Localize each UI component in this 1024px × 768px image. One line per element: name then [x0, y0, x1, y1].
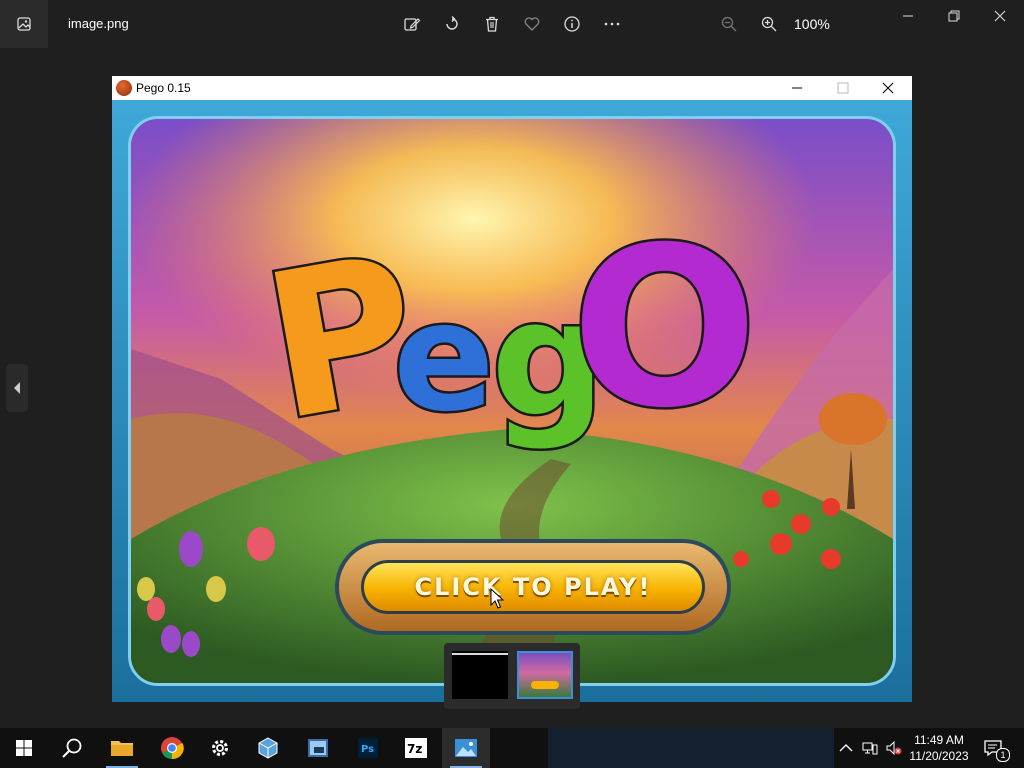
chevron-left-icon — [14, 382, 20, 394]
svg-text:O: O — [571, 200, 758, 456]
chevron-up-icon[interactable] — [838, 740, 854, 756]
game-minimize-icon[interactable] — [782, 78, 812, 98]
minimize-icon[interactable] — [888, 6, 928, 26]
close-icon[interactable] — [980, 6, 1020, 26]
game-maximize-icon — [828, 78, 858, 98]
windows-logo-icon — [16, 740, 32, 756]
file-explorer-button[interactable] — [98, 728, 146, 768]
zoom-in-icon[interactable] — [757, 12, 781, 36]
photoshop-icon: Ps — [358, 738, 378, 758]
file-name: image.png — [68, 16, 129, 31]
delete-icon[interactable] — [480, 12, 504, 36]
system-clock[interactable]: 11:49 AM 11/20/2023 — [904, 732, 974, 764]
chrome-button[interactable] — [148, 728, 196, 768]
settings-button[interactable] — [196, 728, 244, 768]
svg-text:Ps: Ps — [361, 744, 374, 755]
gear-icon — [212, 740, 228, 756]
search-icon — [62, 738, 82, 758]
mouse-cursor-icon — [490, 588, 504, 609]
game-window: Pego 0.15 P e g O CLICK TO PLAY! — [112, 76, 912, 702]
viewer-toolbar: image.png 100% — [0, 0, 1024, 48]
notification-button[interactable]: 1 — [984, 738, 1010, 762]
photos-app-icon[interactable] — [0, 0, 48, 48]
photoshop-button[interactable]: Ps — [344, 728, 392, 768]
previous-image-button[interactable] — [6, 364, 28, 412]
volume-muted-icon[interactable] — [886, 740, 902, 756]
rotate-icon[interactable] — [440, 12, 464, 36]
cinebench-button[interactable] — [294, 728, 342, 768]
game-frame: P e g O CLICK TO PLAY! — [112, 100, 912, 702]
thumbnail-strip — [444, 643, 580, 709]
cinebench-icon — [308, 739, 328, 757]
chrome-icon — [161, 737, 184, 760]
photos-button[interactable] — [442, 728, 490, 768]
game-close-icon[interactable] — [873, 78, 903, 98]
game-window-titlebar: Pego 0.15 — [112, 76, 912, 100]
svg-text:e: e — [393, 271, 495, 445]
zoom-out-icon[interactable] — [717, 12, 741, 36]
clock-time: 11:49 AM — [914, 733, 964, 747]
play-button-label: CLICK TO PLAY! — [414, 573, 652, 601]
notification-count: 1 — [996, 748, 1010, 762]
thumbnail-black-screen[interactable] — [452, 651, 508, 699]
more-icon[interactable] — [600, 12, 624, 36]
favorite-icon[interactable] — [520, 12, 544, 36]
search-button[interactable] — [48, 728, 96, 768]
thumbnail-pego-title[interactable] — [517, 651, 573, 699]
network-icon[interactable] — [862, 740, 878, 756]
title-screen: P e g O CLICK TO PLAY! — [128, 116, 896, 686]
click-to-play-button[interactable]: CLICK TO PLAY! — [335, 539, 731, 635]
clock-date: 11/20/2023 — [909, 749, 969, 763]
game-window-title: Pego 0.15 — [136, 81, 191, 95]
pego-app-icon — [116, 80, 132, 96]
play-button-face[interactable]: CLICK TO PLAY! — [361, 560, 705, 614]
start-button[interactable] — [0, 728, 48, 768]
virtualbox-button[interactable] — [244, 728, 292, 768]
cube-icon — [258, 737, 278, 759]
photos-icon — [455, 739, 477, 757]
edit-image-icon[interactable] — [400, 12, 424, 36]
zoom-level[interactable]: 100% — [794, 16, 830, 32]
restore-icon[interactable] — [934, 6, 974, 26]
folder-icon — [111, 741, 133, 756]
7zip-button[interactable]: 7z — [392, 728, 440, 768]
7zip-icon: 7z — [405, 738, 427, 758]
taskbar: Ps 7z 11:49 AM 11/20/2023 1 — [0, 728, 1024, 768]
info-icon[interactable] — [560, 12, 584, 36]
svg-text:7z: 7z — [407, 742, 422, 756]
